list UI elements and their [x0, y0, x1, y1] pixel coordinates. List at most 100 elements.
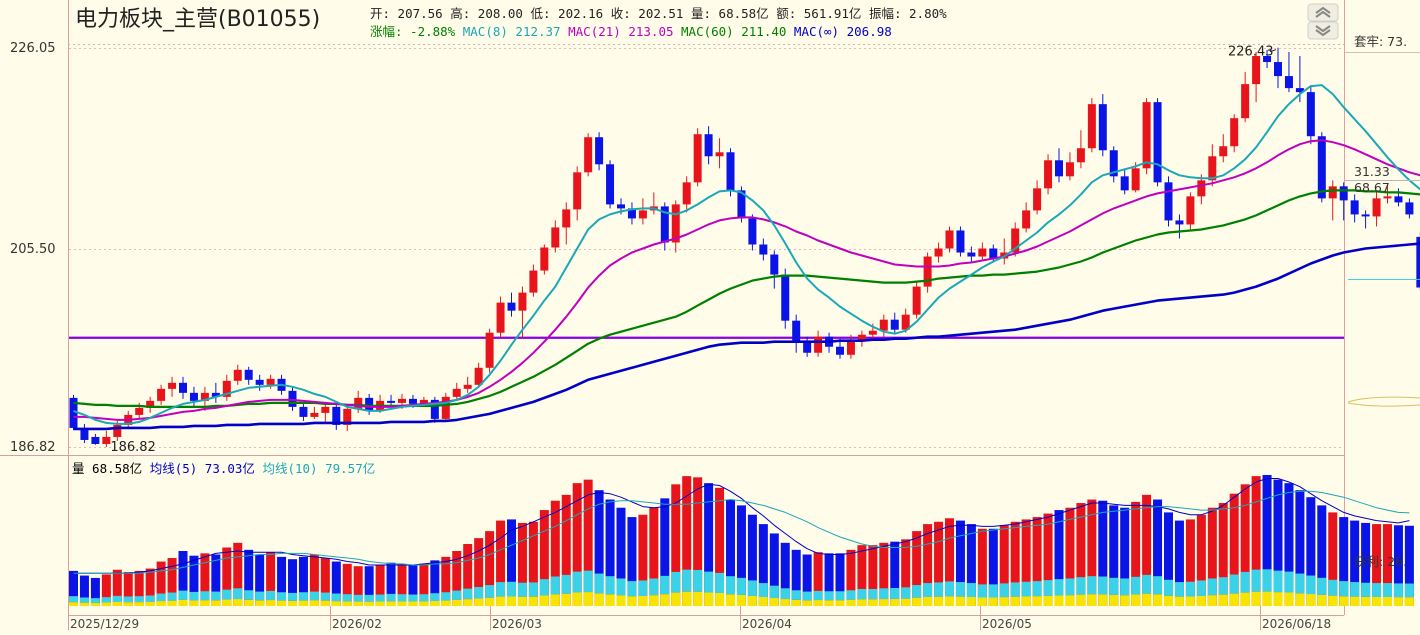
- volume-sub-bar: [211, 591, 221, 601]
- volume-sub-bar: [1054, 579, 1064, 596]
- volume-sub-bar: [1361, 582, 1371, 597]
- volume-sub-bar: [934, 582, 944, 597]
- volume-sub-bar: [868, 599, 878, 606]
- candle-down: [1339, 186, 1348, 201]
- volume-sub-bar: [134, 602, 144, 606]
- volume-sub-bar: [539, 595, 549, 606]
- candle-up: [1372, 198, 1381, 217]
- volume-sub-bar: [1350, 582, 1360, 597]
- volume-sub-bar: [386, 601, 396, 606]
- volume-sub-bar: [999, 583, 1009, 598]
- volume-sub-bar: [736, 577, 746, 595]
- volume-sub-bar: [1328, 579, 1338, 596]
- volume-sub-bar: [1229, 574, 1239, 594]
- volume-sub-bar: [1196, 595, 1206, 606]
- volume-sub-bar: [1021, 581, 1031, 597]
- volume-sub-bar: [233, 599, 243, 606]
- volume-sub-bar: [1010, 596, 1020, 606]
- volume-sub-bar: [1153, 594, 1163, 606]
- volume-sub-bar: [1142, 593, 1152, 606]
- volume-sub-bar: [507, 581, 516, 597]
- volume-sub-bar: [255, 600, 265, 606]
- volume-sub-bar: [1174, 596, 1184, 606]
- volume-sub-bar: [715, 593, 725, 606]
- info-value: 213.05: [621, 24, 674, 39]
- candle-up: [1197, 180, 1206, 197]
- volume-sub-bar: [1273, 592, 1283, 606]
- volume-sub-bar: [485, 597, 495, 606]
- candle-up: [1065, 162, 1074, 177]
- info-value: 79.57亿: [318, 461, 376, 476]
- volume-sub-bar: [627, 596, 637, 606]
- volume-sub-bar: [955, 582, 965, 597]
- volume-sub-bar: [353, 601, 363, 606]
- volume-sub-bar: [419, 601, 429, 606]
- volume-sub-bar: [671, 571, 681, 593]
- volume-sub-bar: [704, 592, 714, 606]
- candle-down: [704, 134, 713, 157]
- volume-sub-bar: [156, 593, 166, 602]
- scroll-down-button[interactable]: [1307, 21, 1339, 40]
- volume-sub-bar: [1229, 593, 1239, 606]
- volume-sub-bar: [69, 602, 78, 606]
- volume-sub-bar: [923, 583, 933, 597]
- volume-sub-bar: [758, 583, 768, 597]
- y-tick-label: 186.82: [10, 440, 56, 455]
- candle-down: [1055, 160, 1063, 177]
- candle-down: [617, 204, 625, 209]
- candle-down: [1306, 92, 1315, 137]
- volume-sub-bar: [419, 594, 429, 602]
- candle-down: [1120, 176, 1129, 191]
- volume-sub-bar: [813, 590, 823, 601]
- candle-down: [1394, 196, 1403, 203]
- stock-chart: 226.05 205.50 186.82 226.43 186.82 2025/12/…: [0, 0, 1420, 631]
- volume-sub-bar: [813, 600, 823, 606]
- volume-sub-bar: [244, 599, 254, 606]
- candle-up: [496, 302, 505, 333]
- volume-sub-bar: [594, 573, 604, 594]
- volume-sub-bar: [178, 590, 188, 600]
- volume-sub-bar: [244, 590, 254, 600]
- volume-sub-bar: [605, 576, 615, 595]
- volume-sub-bar: [178, 599, 188, 606]
- volume-sub-bar: [1240, 571, 1250, 593]
- info-label: 均线(10): [255, 461, 318, 476]
- volume-sub-bar: [1218, 594, 1228, 606]
- volume-sub-bar: [966, 596, 976, 606]
- candle-up: [551, 227, 560, 248]
- volume-sub-bar: [561, 593, 571, 606]
- scroll-up-button[interactable]: [1307, 3, 1339, 22]
- candle-down: [890, 319, 899, 330]
- volume-sub-bar: [298, 600, 308, 606]
- volume-sub-bar: [1295, 573, 1305, 594]
- volume-sub-bar: [1317, 594, 1327, 606]
- volume-sub-bar: [835, 591, 845, 601]
- volume-sub-bar: [1164, 579, 1173, 596]
- candle-up: [562, 209, 571, 228]
- volume-sub-bar: [572, 592, 582, 606]
- candle-down: [956, 230, 965, 253]
- volume-sub-bar: [923, 596, 933, 606]
- volume-sub-bar: [364, 601, 374, 606]
- volume-sub-bar: [704, 571, 714, 593]
- volume-sub-bar: [1393, 583, 1403, 598]
- volume-sub-bar: [112, 602, 122, 606]
- volume-sub-bar: [134, 596, 144, 603]
- candle-down: [1175, 220, 1184, 225]
- candle-down: [91, 436, 100, 444]
- trapped-label: 套牢: 73.: [1354, 34, 1407, 49]
- volume-sub-bar: [627, 581, 637, 597]
- x-tick-label: 2025/12/29: [70, 617, 139, 631]
- candle-down: [1284, 76, 1293, 89]
- volume-sub-bar: [945, 581, 954, 597]
- volume-sub-bar: [726, 594, 735, 606]
- candle-up: [321, 406, 330, 413]
- volume-sub-bar: [846, 599, 856, 606]
- volume-sub-bar: [1404, 597, 1414, 606]
- volume-sub-bar: [189, 591, 199, 601]
- volume-sub-bar: [1251, 591, 1261, 606]
- candle-down: [255, 379, 264, 385]
- volume-sub-bar: [605, 594, 615, 606]
- volume-sub-bar: [123, 596, 133, 603]
- info-label: 量:: [683, 6, 711, 21]
